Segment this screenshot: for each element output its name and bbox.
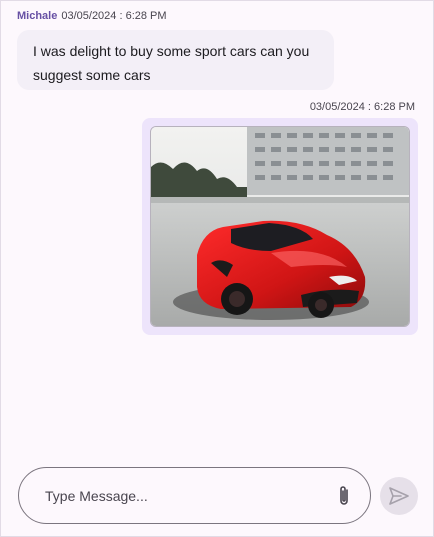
incoming-message-header: Michale 03/05/2024 : 6:28 PM (17, 10, 167, 22)
paperclip-icon[interactable] (336, 484, 352, 508)
message-author: Michale (17, 10, 58, 22)
sports-car-photo (151, 127, 409, 326)
send-button[interactable] (380, 477, 418, 515)
incoming-message-bubble: I was delight to buy some sport cars can… (17, 30, 334, 90)
send-icon (389, 487, 409, 505)
chat-window: Michale 03/05/2024 : 6:28 PM I was deligh… (0, 0, 434, 537)
message-input[interactable] (43, 484, 317, 508)
message-timestamp: 03/05/2024 : 6:28 PM (61, 10, 167, 22)
message-text: I was delight to buy some sport cars can… (33, 43, 310, 83)
message-composer (18, 467, 371, 524)
outgoing-message-bubble (142, 118, 418, 335)
car-image[interactable] (150, 126, 410, 327)
outgoing-message-timestamp: 03/05/2024 : 6:28 PM (309, 101, 415, 113)
